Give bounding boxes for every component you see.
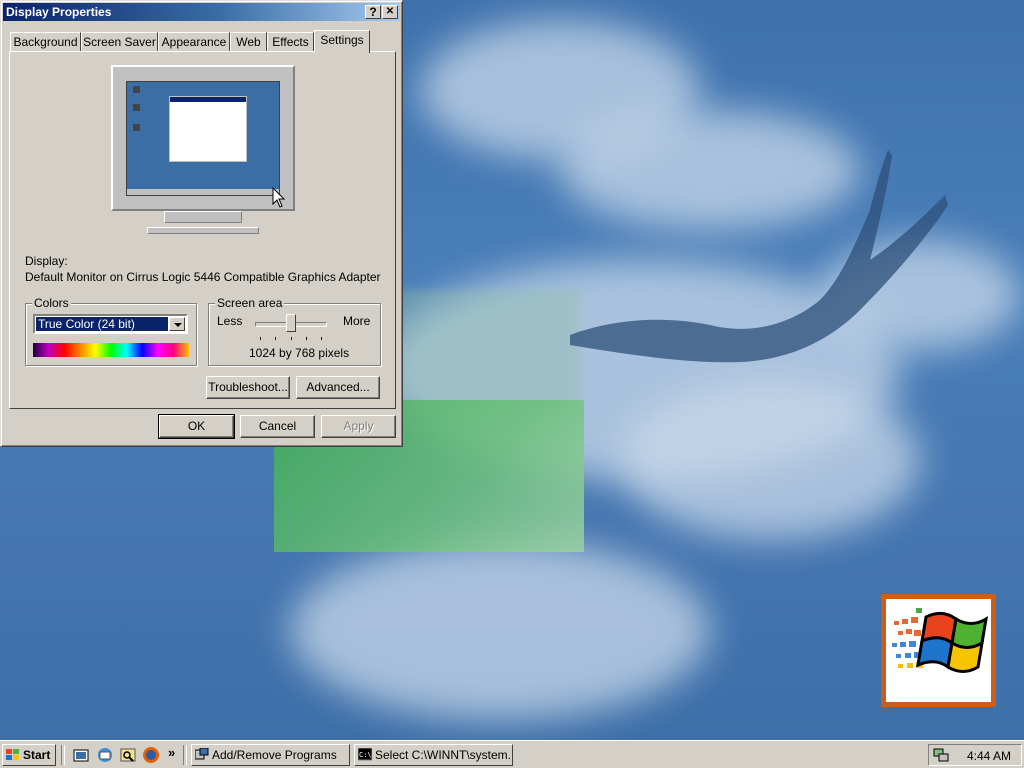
apply-button[interactable]: Apply (321, 415, 396, 438)
color-spectrum-bar (33, 343, 189, 357)
less-label: Less (217, 314, 243, 328)
network-icon[interactable] (933, 747, 949, 763)
mini-desktop-icon (133, 86, 140, 93)
cancel-button[interactable]: Cancel (240, 415, 315, 438)
explorer-icon[interactable] (119, 746, 137, 764)
windows-logo (881, 594, 996, 707)
monitor-preview (111, 65, 295, 211)
wallpaper-cloud (620, 380, 920, 540)
ok-button[interactable]: OK (158, 414, 235, 439)
taskbar: Start » Add/Remove Programs C:\ Select C… (0, 740, 1024, 768)
mini-window (169, 96, 247, 162)
firefox-icon[interactable] (142, 746, 160, 764)
add-remove-programs-icon (195, 748, 209, 760)
display-value: Default Monitor on Cirrus Logic 5446 Com… (25, 270, 381, 284)
diver-silhouette (570, 150, 948, 363)
command-prompt-icon: C:\ (358, 748, 372, 761)
tab-screen-saver[interactable]: Screen Saver (81, 32, 158, 51)
mini-desktop-icon (133, 124, 140, 131)
taskbar-separator (183, 745, 187, 765)
tab-effects[interactable]: Effects (267, 32, 314, 51)
colors-select-value: True Color (24 bit) (36, 317, 168, 331)
screen-area-slider-thumb[interactable] (286, 314, 296, 332)
colors-select[interactable]: True Color (24 bit) (33, 314, 188, 334)
slider-tick (275, 337, 276, 340)
windows-flag-icon (6, 749, 19, 760)
display-label: Display: (25, 254, 68, 268)
display-properties-dialog: Display Properties ? ✕ Background Screen… (0, 0, 403, 447)
more-label: More (343, 314, 371, 328)
svg-text:C:\: C:\ (359, 751, 372, 759)
clock[interactable]: 4:44 AM (967, 749, 1011, 763)
wallpaper-cloud (290, 540, 710, 720)
monitor-screen (126, 81, 280, 196)
close-button[interactable]: ✕ (382, 5, 398, 19)
mini-desktop-icon (133, 104, 140, 111)
tab-appearance[interactable]: Appearance (158, 32, 230, 51)
window-title: Display Properties (6, 5, 112, 19)
title-bar[interactable]: Display Properties ? ✕ (3, 3, 400, 21)
slider-tick (291, 337, 292, 340)
taskbar-separator (61, 745, 65, 765)
show-desktop-icon[interactable] (73, 746, 91, 764)
task-command-prompt[interactable]: C:\ Select C:\WINNT\system... (354, 744, 513, 766)
chevron-down-icon[interactable] (169, 317, 185, 331)
help-button[interactable]: ? (365, 5, 381, 19)
outlook-express-icon[interactable] (96, 746, 114, 764)
wallpaper-square (400, 290, 580, 410)
tab-web[interactable]: Web (230, 32, 267, 51)
monitor-base (147, 227, 259, 234)
colors-group-label: Colors (32, 296, 71, 310)
windows-flag-icon (892, 608, 989, 673)
task-add-remove-programs[interactable]: Add/Remove Programs (191, 744, 350, 766)
mini-taskbar (127, 189, 279, 195)
start-button[interactable]: Start (2, 744, 56, 766)
tab-settings[interactable]: Settings (314, 30, 370, 53)
mouse-cursor-icon (272, 187, 286, 208)
slider-tick (306, 337, 307, 340)
slider-tick (321, 337, 322, 340)
screen-area-group-label: Screen area (215, 296, 285, 310)
monitor-neck (164, 211, 242, 223)
slider-tick (260, 337, 261, 340)
task-label: Add/Remove Programs (212, 748, 337, 762)
troubleshoot-button[interactable]: Troubleshoot... (206, 376, 290, 399)
advanced-button[interactable]: Advanced... (296, 376, 380, 399)
tab-background[interactable]: Background (10, 32, 81, 51)
system-tray: 4:44 AM (928, 744, 1022, 766)
resolution-text: 1024 by 768 pixels (249, 346, 350, 360)
task-label: Select C:\WINNT\system... (375, 748, 513, 762)
quick-launch-overflow[interactable]: » (168, 745, 175, 760)
start-label: Start (23, 748, 51, 762)
